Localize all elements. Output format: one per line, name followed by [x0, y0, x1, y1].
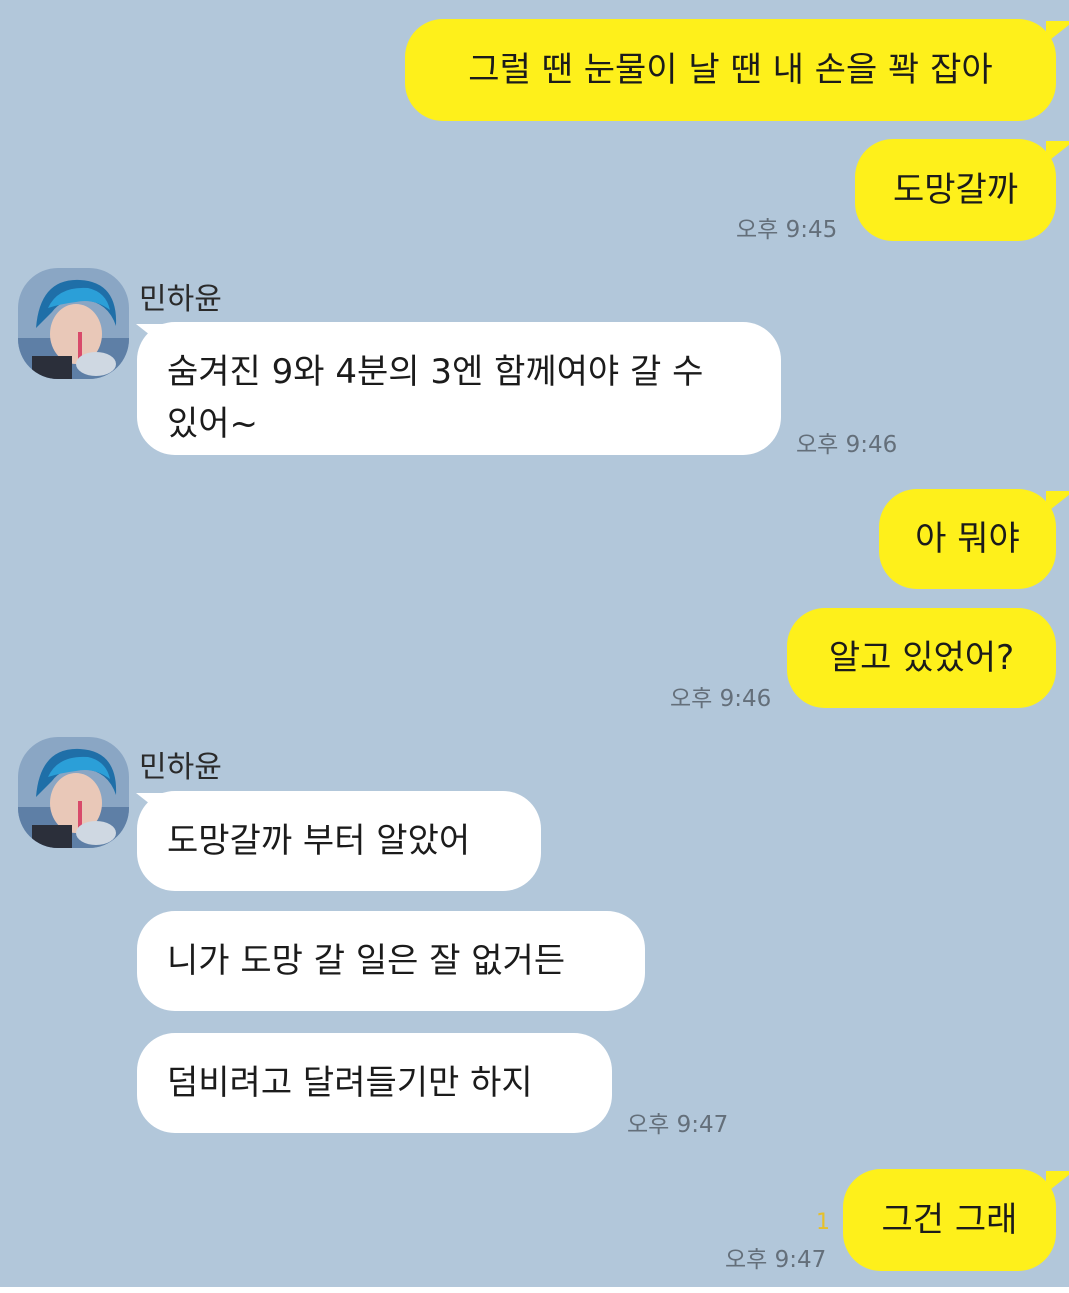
profile-photo — [18, 268, 129, 379]
sender-name: 민하윤 — [139, 282, 222, 317]
profile-photo — [18, 737, 129, 848]
message-timestamp: 오후 9:45 — [736, 217, 838, 243]
message-text: 그럴 땐 눈물이 날 땐 내 손을 꽉 잡아 — [468, 50, 993, 90]
bubble-tail — [1046, 491, 1069, 513]
message-timestamp: 오후 9:47 — [627, 1112, 729, 1138]
message-timestamp: 오후 9:46 — [796, 432, 898, 458]
message-timestamp: 오후 9:46 — [670, 686, 772, 712]
message-text: 도망갈까 — [892, 170, 1019, 210]
unread-count: 1 — [816, 1210, 830, 1235]
chat-window[interactable]: 그럴 땐 눈물이 날 땐 내 손을 꽉 잡아 도망갈까 오후 9:45 민하윤 … — [0, 0, 1069, 1287]
avatar[interactable] — [18, 737, 129, 848]
my-message-bubble[interactable]: 아 뭐야 — [879, 489, 1056, 589]
other-message-bubble[interactable]: 도망갈까 부터 알았어 — [137, 791, 541, 891]
message-text: 알고 있었어? — [828, 638, 1015, 678]
my-message-bubble[interactable]: 알고 있었어? — [787, 608, 1056, 708]
sender-name: 민하윤 — [139, 750, 222, 785]
other-message-bubble[interactable]: 니가 도망 갈 일은 잘 없거든 — [137, 911, 645, 1011]
message-text: 덤비려고 달려들기만 하지 — [167, 1063, 533, 1103]
bubble-tail — [1046, 21, 1069, 43]
bubble-tail — [1046, 1171, 1069, 1193]
message-text: 니가 도망 갈 일은 잘 없거든 — [167, 941, 566, 981]
message-text: 도망갈까 부터 알았어 — [167, 821, 471, 861]
avatar[interactable] — [18, 268, 129, 379]
bubble-tail — [1046, 141, 1069, 163]
my-message-bubble[interactable]: 그건 그래 — [843, 1169, 1056, 1271]
my-message-bubble[interactable]: 그럴 땐 눈물이 날 땐 내 손을 꽉 잡아 — [405, 19, 1056, 121]
message-timestamp: 오후 9:47 — [725, 1247, 827, 1273]
my-message-bubble[interactable]: 도망갈까 — [855, 139, 1056, 241]
other-message-bubble[interactable]: 덤비려고 달려들기만 하지 — [137, 1033, 612, 1133]
message-text: 그건 그래 — [881, 1200, 1018, 1240]
message-text: 숨겨진 9와 4분의 3엔 함께여야 갈 수 있어~ — [167, 352, 704, 444]
other-message-bubble[interactable]: 숨겨진 9와 4분의 3엔 함께여야 갈 수 있어~ — [137, 322, 781, 455]
message-text: 아 뭐야 — [915, 519, 1020, 559]
